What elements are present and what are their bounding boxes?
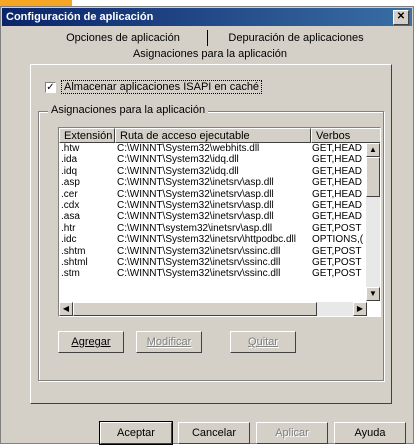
verbs-cell: GET,HEAD (312, 199, 363, 211)
column-header-extension[interactable]: Extensión (59, 128, 115, 143)
path-cell: C:\WINNT\System32\inetsrv\asp.dll (117, 188, 274, 200)
extension-cell: .shtml (61, 256, 88, 268)
table-row[interactable]: .cdx C:\WINNT\System32\inetsrv\asp.dll GET… (59, 200, 367, 211)
add-button-label: Agregar (71, 336, 111, 348)
remove-button-label: Quitar (248, 336, 278, 348)
extension-cell: .shtm (61, 245, 86, 257)
scroll-down-icon[interactable]: ▼ (366, 287, 380, 301)
modify-button[interactable]: Modificar (136, 331, 202, 353)
table-row[interactable]: .cer C:\WINNT\System32\inetsrv\asp.dll GET… (59, 189, 367, 200)
extension-cell: .idc (61, 234, 77, 246)
verbs-cell: GET,HEAD (312, 211, 363, 223)
scroll-right-icon[interactable]: ▶ (353, 302, 367, 316)
help-button[interactable]: Ayuda (334, 422, 406, 444)
extension-cell: .stm (61, 268, 80, 280)
verbs-cell: GET,HEAD (312, 188, 363, 200)
cancel-button[interactable]: Cancelar (178, 422, 250, 444)
column-header-verbs[interactable]: Verbos (311, 128, 380, 143)
extension-cell: .htr (61, 222, 76, 234)
table-row[interactable]: .idq C:\WINNT\System32\idq.dll GET,HEAD (59, 166, 367, 177)
mappings-list[interactable]: Extensión Ruta de acceso ejecutable Verb… (58, 127, 381, 317)
verbs-cell: GET,HEAD (312, 154, 363, 166)
table-row[interactable]: .htw C:\WINNT\System32\webhits.dll GET,HEA… (59, 143, 367, 154)
path-cell: C:\WINNT\System32\webhits.dll (117, 143, 260, 154)
verbs-cell: GET,HEAD (312, 165, 363, 177)
table-row[interactable]: .shtml C:\WINNT\System32\inetsrv\ssinc.dl… (59, 257, 367, 268)
scroll-up-icon[interactable]: ▲ (366, 143, 380, 157)
path-cell: C:\WINNT\System32\inetsrv\ssinc.dll (117, 245, 281, 257)
window-title: Configuración de aplicación (6, 11, 154, 23)
path-cell: C:\WINNT\System32\inetsrv\asp.dll (117, 177, 274, 189)
title-bar: Configuración de aplicación ✕ (2, 8, 412, 26)
extension-cell: .ida (61, 154, 78, 166)
table-row[interactable]: .asa C:\WINNT\System32\inetsrv\asp.dll GET… (59, 211, 367, 222)
extension-cell: .cer (61, 188, 78, 200)
mappings-group-label: Asignaciones para la aplicación (48, 104, 209, 116)
path-cell: C:\WINNT\system32\inetsrv\asp.dll (117, 222, 273, 234)
path-cell: C:\WINNT\System32\idq.dll (117, 165, 239, 177)
checkbox-checked-icon[interactable]: ✓ (45, 81, 56, 93)
path-cell: C:\WINNT\System32\idq.dll (117, 154, 239, 166)
vertical-scroll-thumb[interactable] (366, 157, 380, 197)
close-icon[interactable]: ✕ (393, 10, 409, 25)
extension-cell: .cdx (61, 199, 80, 211)
table-row[interactable]: .asp C:\WINNT\System32\inetsrv\asp.dll GET… (59, 177, 367, 188)
path-cell: C:\WINNT\System32\inetsrv\httpodbc.dll (117, 234, 296, 246)
horizontal-scrollbar[interactable]: ◀ ▶ (59, 302, 367, 316)
extension-cell: .idq (61, 165, 78, 177)
horizontal-scroll-thumb[interactable] (73, 302, 317, 316)
verbs-cell: OPTIONS,( (312, 234, 364, 246)
scroll-left-icon[interactable]: ◀ (59, 302, 73, 316)
path-cell: C:\WINNT\System32\inetsrv\ssinc.dll (117, 268, 281, 280)
tab-app-options[interactable]: Opciones de aplicación (40, 30, 206, 46)
extension-cell: .asa (61, 211, 80, 223)
remove-button[interactable]: Quitar (230, 331, 296, 353)
tab-app-mappings[interactable]: Asignaciones para la aplicación (30, 46, 390, 62)
ok-button[interactable]: Aceptar (99, 421, 173, 445)
path-cell: C:\WINNT\System32\inetsrv\ssinc.dll (117, 256, 281, 268)
table-row[interactable]: .idc C:\WINNT\System32\inetsrv\httpodbc.d… (59, 234, 367, 245)
path-cell: C:\WINNT\System32\inetsrv\asp.dll (117, 199, 274, 211)
cache-isapi-checkbox[interactable]: ✓ Almacenar aplicaciones ISAPI en caché (45, 80, 263, 94)
table-row[interactable]: .htr C:\WINNT\system32\inetsrv\asp.dll GET… (59, 223, 367, 234)
path-cell: C:\WINNT\System32\inetsrv\asp.dll (117, 211, 274, 223)
verbs-cell: GET,POST (312, 222, 362, 234)
apply-button[interactable]: Aplicar (256, 422, 328, 444)
modify-button-label: Modificar (146, 336, 192, 348)
column-header-verbs-label: Verbos (316, 130, 351, 142)
table-row[interactable]: .shtm C:\WINNT\System32\inetsrv\ssinc.dll… (59, 246, 367, 257)
table-row[interactable]: .ida C:\WINNT\System32\idq.dll GET,HEAD (59, 154, 367, 165)
verbs-cell: GET,HEAD (312, 143, 363, 154)
verbs-cell: GET,POST (312, 268, 362, 280)
mappings-rows: .htw C:\WINNT\System32\webhits.dll GET,HEA… (59, 143, 367, 301)
verbs-cell: GET,HEAD (312, 177, 363, 189)
verbs-cell: GET,POST (312, 245, 362, 257)
extension-cell: .htw (61, 143, 80, 154)
tab-app-debugging[interactable]: Depuración de aplicaciones (208, 30, 384, 46)
table-row[interactable]: .stm C:\WINNT\System32\inetsrv\ssinc.dll G… (59, 268, 367, 279)
add-button[interactable]: Agregar (58, 331, 124, 353)
extension-cell: .asp (61, 177, 80, 189)
vertical-scrollbar[interactable]: ▲ ▼ (366, 143, 380, 301)
verbs-cell: GET,POST (312, 256, 362, 268)
column-header-path[interactable]: Ruta de acceso ejecutable (115, 128, 311, 143)
cache-isapi-label[interactable]: Almacenar aplicaciones ISAPI en caché (61, 80, 263, 94)
